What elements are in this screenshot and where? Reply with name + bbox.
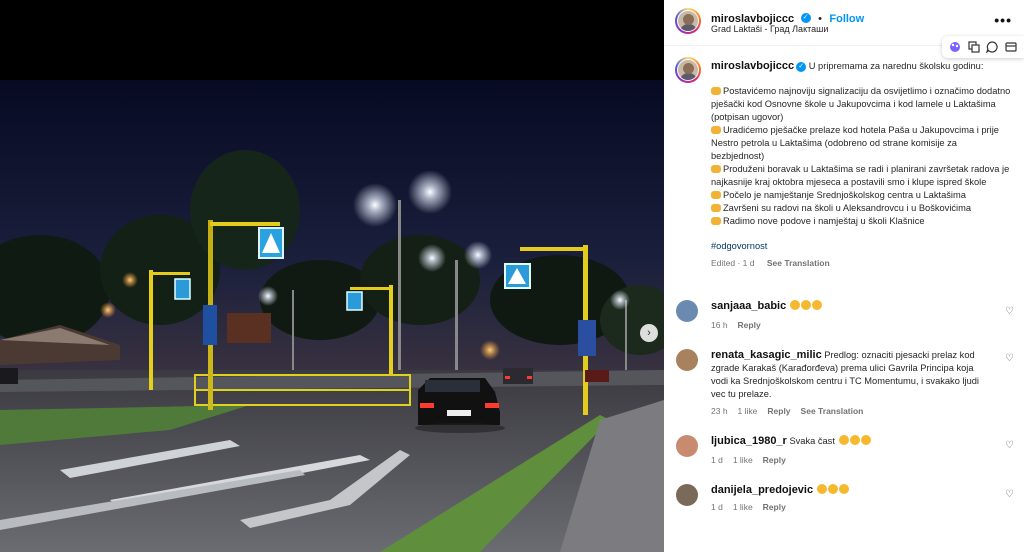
palette-icon[interactable] [948,40,962,54]
comment-likes[interactable]: 1 like [738,406,758,416]
heart-icon[interactable]: ♡ [1005,354,1015,364]
post-panel: miroslavbojiccc ✓ • Follow Grad Laktaši … [664,0,1024,552]
see-translation-link[interactable]: See Translation [767,258,830,268]
verified-badge-icon: ✓ [800,12,811,23]
clapping-hands-icon [811,300,822,310]
comment-claps [838,435,871,446]
caption-item: Postavićemo najnoviju signalizaciju da o… [711,86,1011,122]
pointing-hand-icon [711,204,721,212]
comment-likes[interactable]: 1 like [733,455,753,465]
comment-time: 16 h [711,320,728,330]
clapping-hands-icon [789,300,800,310]
commenter-avatar[interactable] [676,300,698,322]
pointing-hand-icon [711,87,721,95]
commenter-avatar[interactable] [676,484,698,506]
clapping-hands-icon [827,484,838,494]
caption-author-avatar[interactable] [675,57,701,83]
floating-toolbar [942,36,1024,58]
instagram-post-view: › miroslavbojiccc ✓ • Follow Grad Laktaš… [0,0,1024,552]
comment-likes[interactable]: 1 like [733,502,753,512]
clapping-hands-icon [816,484,827,494]
comment-time: 1 d [711,502,723,512]
caption-item: Produženi boravak u Laktašima se radi i … [711,164,1010,187]
comment-text: Svaka čast [789,436,835,446]
comment-claps [816,484,849,495]
more-horizontal-icon[interactable]: ••• [994,12,1012,28]
chevron-right-icon[interactable]: › [640,324,658,342]
street-night-photo [0,0,664,552]
comment-time: 23 h [711,406,728,416]
comment-icon[interactable] [985,40,999,54]
post-caption: miroslavbojiccc ✓ U pripremama za narednu… [711,60,1011,270]
hashtag-link[interactable]: #odgovornost [711,240,1011,253]
clapping-hands-icon [838,484,849,494]
author-avatar[interactable] [675,8,701,34]
caption-intro-line: miroslavbojiccc ✓ U pripremama za narednu… [711,60,1011,73]
clapping-hands-icon [860,435,871,445]
post-photo[interactable]: › [0,0,664,552]
copy-icon[interactable] [967,40,981,54]
see-translation-link[interactable]: See Translation [801,406,864,416]
commenter-avatar[interactable] [676,349,698,371]
caption-meta: Edited · 1 d See Translation [711,257,1011,270]
reply-button[interactable]: Reply [767,406,790,416]
caption-username[interactable]: miroslavbojiccc [711,60,794,72]
clapping-hands-icon [838,435,849,445]
caption-intro: U pripremama za narednu školsku godinu: [808,61,984,71]
heart-icon[interactable]: ♡ [1005,441,1015,451]
clapping-hands-icon [800,300,811,310]
comment-username[interactable]: danijela_predojevic [711,484,813,496]
comment-time: 1 d [711,455,723,465]
pointing-hand-icon [711,126,721,134]
heart-icon[interactable]: ♡ [1005,490,1015,500]
caption-item: Počelo je namještanje Srednjoškolskog ce… [711,189,1011,202]
reply-button[interactable]: Reply [738,320,761,330]
post-location[interactable]: Grad Laktaši - Град Лакташи [711,24,828,34]
reply-button[interactable]: Reply [763,502,786,512]
comment-claps [789,300,822,311]
edited-time: Edited · 1 d [711,258,755,268]
comment-username[interactable]: ljubica_1980_r [711,435,787,447]
pointing-hand-icon [711,217,721,225]
clapping-hands-icon [849,435,860,445]
commenter-avatar[interactable] [676,435,698,457]
pointing-hand-icon [711,165,721,173]
caption-item: Završeni su radovi na školi u Aleksandro… [711,202,1011,215]
reply-button[interactable]: Reply [763,455,786,465]
comment-username[interactable]: renata_kasagic_milic [711,349,822,361]
comment-username[interactable]: sanjaaa_babic [711,300,786,312]
pointing-hand-icon [711,191,721,199]
heart-icon[interactable]: ♡ [1005,307,1015,317]
caption-item: Uradićemo pješačke prelaze kod hotela Pa… [711,125,999,161]
card-icon[interactable] [1004,40,1018,54]
caption-item: Radimo nove podove i namještaj u školi K… [711,215,1011,228]
follow-button[interactable]: Follow [829,13,864,25]
verified-badge-icon: ✓ [796,61,807,72]
